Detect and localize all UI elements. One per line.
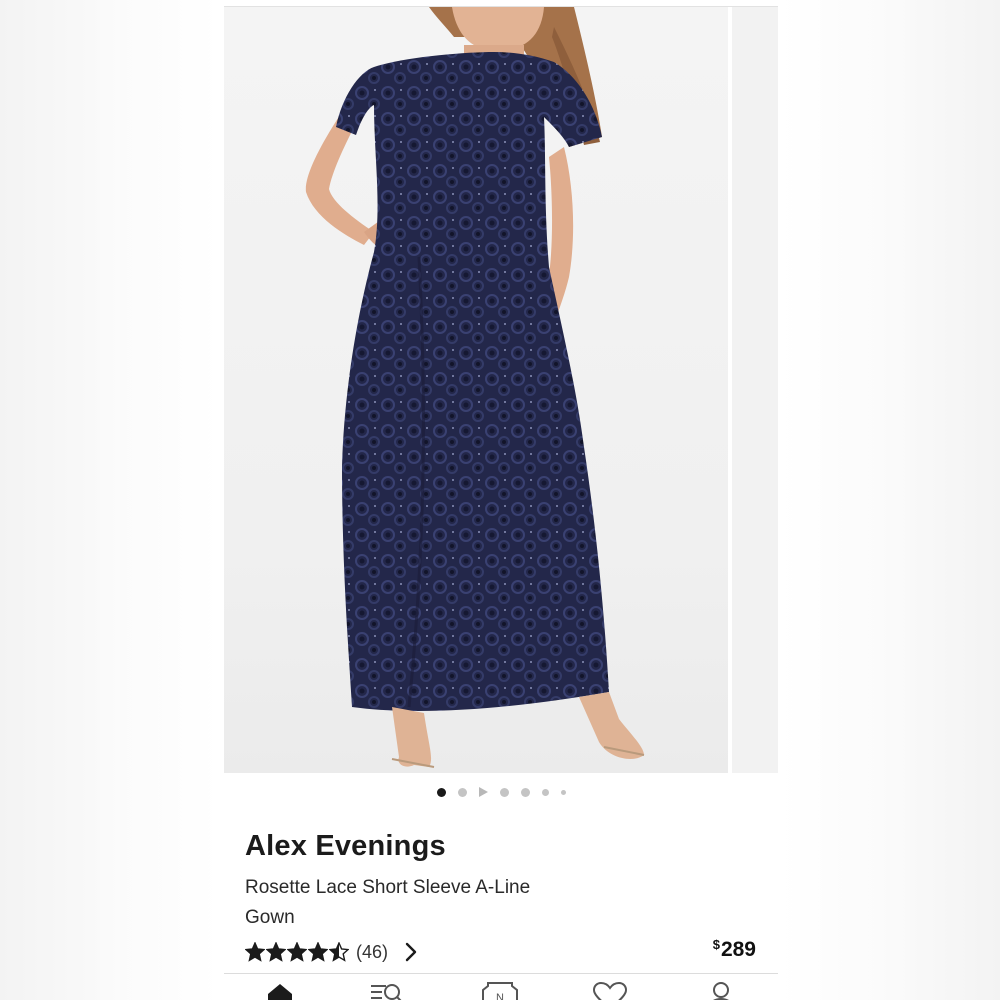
page-dot-7[interactable]	[560, 789, 566, 795]
rating-row[interactable]: (46)	[245, 938, 418, 966]
star-icon	[308, 942, 328, 962]
next-image-peek[interactable]	[732, 7, 778, 773]
gown-illustration	[305, 7, 645, 768]
chevron-right-icon	[405, 942, 417, 962]
nordstrom-n-icon[interactable]: N	[480, 980, 520, 1000]
page-dot-5[interactable]	[520, 787, 530, 797]
gallery-pagination	[224, 784, 778, 800]
page-dot-4[interactable]	[499, 787, 509, 797]
product-name: Rosette Lace Short Sleeve A-Line Gown	[245, 877, 531, 928]
product-screen: Alex Evenings Rosette Lace Short Sleeve …	[224, 0, 778, 1000]
bottom-tab-bar: N	[224, 974, 778, 1000]
page-dot-2[interactable]	[457, 787, 467, 797]
home-icon[interactable]	[260, 980, 300, 1000]
search-filter-icon[interactable]	[368, 980, 408, 1000]
star-rating	[245, 942, 350, 962]
svg-text:N: N	[496, 992, 504, 1000]
star-icon	[245, 942, 265, 962]
brand-name[interactable]: Alex Evenings	[245, 830, 446, 863]
star-icon	[287, 942, 307, 962]
price-currency: $	[712, 937, 720, 952]
price-value: 289	[720, 938, 756, 961]
page-dot-6[interactable]	[541, 788, 549, 796]
account-icon[interactable]	[701, 980, 741, 1000]
product-image[interactable]	[224, 7, 728, 773]
video-play-icon[interactable]	[478, 787, 488, 797]
review-count: (46)	[356, 941, 389, 962]
star-icon	[266, 942, 286, 962]
star-icon	[329, 942, 349, 962]
heart-icon[interactable]	[590, 980, 630, 1000]
page-dot-1[interactable]	[436, 787, 446, 797]
price: $289	[713, 937, 756, 962]
